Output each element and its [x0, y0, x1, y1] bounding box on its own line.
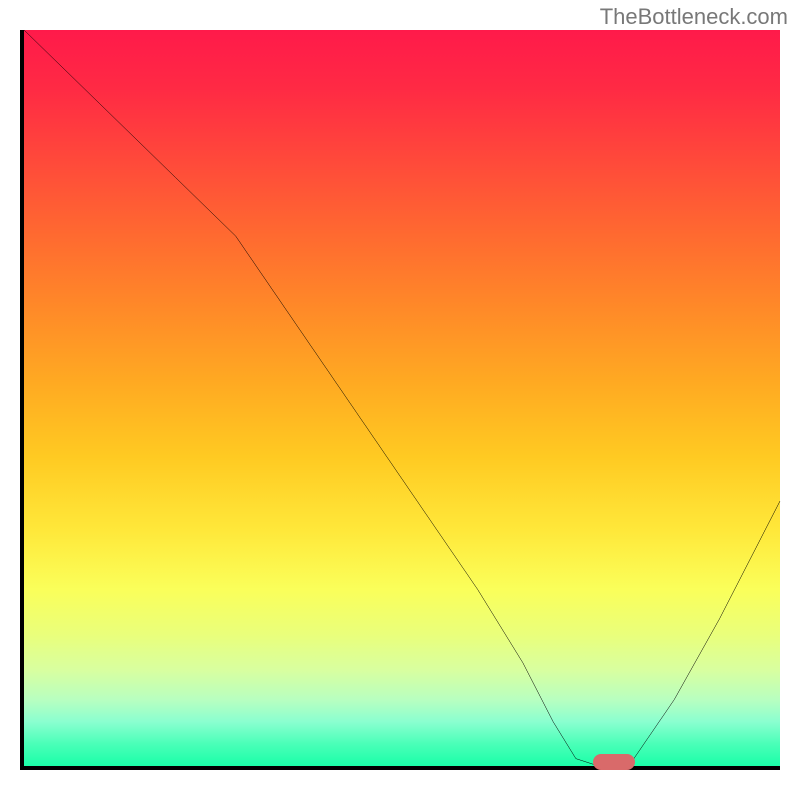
watermark-text: TheBottleneck.com [600, 4, 788, 30]
plot-area [20, 30, 780, 770]
optimum-marker [593, 754, 635, 770]
curve-path [24, 30, 780, 766]
bottleneck-curve [24, 30, 780, 766]
